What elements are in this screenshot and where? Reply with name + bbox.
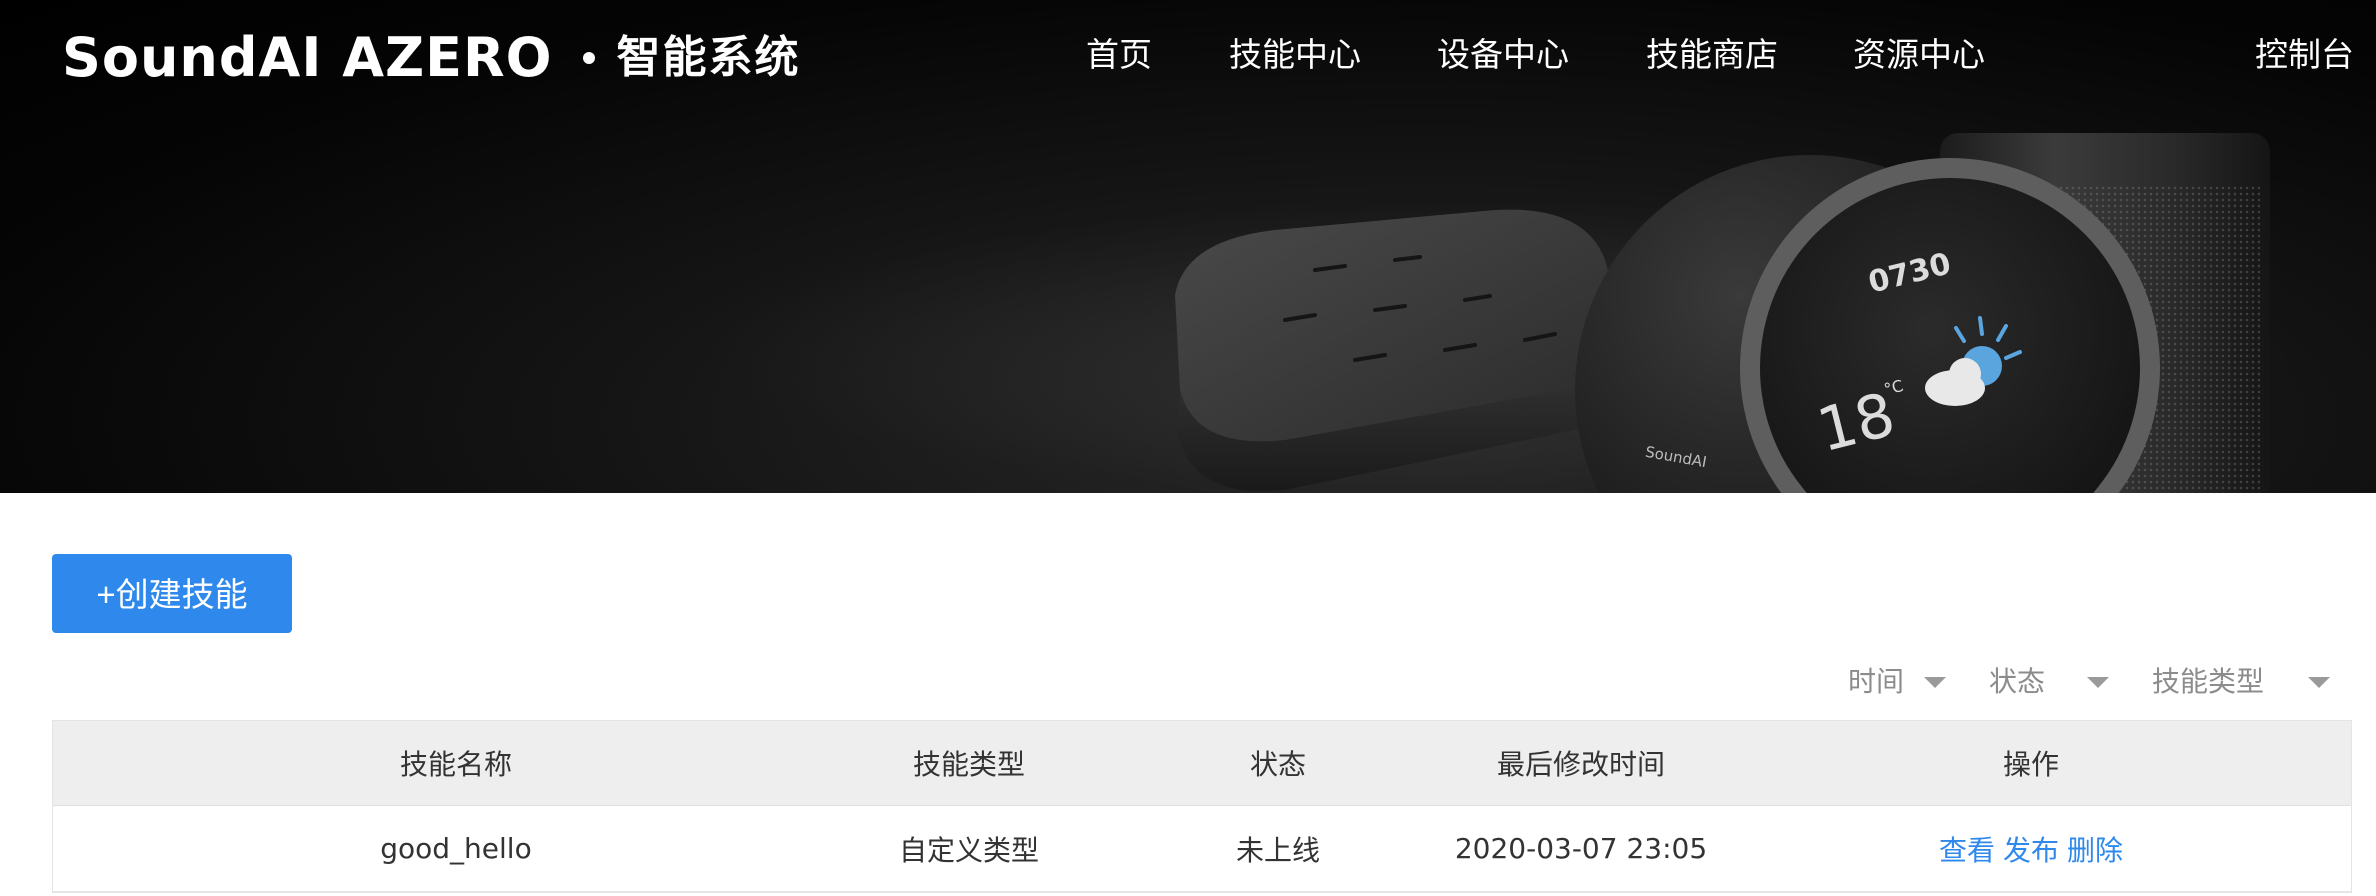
publish-link[interactable]: 发布: [2003, 829, 2059, 869]
create-skill-button[interactable]: +创建技能: [52, 554, 292, 633]
router-device-image: [1175, 209, 1628, 492]
nav-resource-center[interactable]: 资源中心: [1853, 28, 1985, 82]
logo-subtitle: 智能系统: [616, 32, 801, 83]
view-link[interactable]: 查看: [1939, 829, 1995, 869]
screen-clock: 0730: [1865, 246, 1955, 301]
nav-skill-store[interactable]: 技能商店: [1646, 28, 1778, 82]
table-row: good_hello 自定义类型 未上线 2020-03-07 23:05 查看…: [53, 806, 2351, 892]
logo-text: SoundAI AZERO: [62, 26, 553, 89]
chevron-down-icon: [2087, 677, 2109, 688]
hero-banner: 0730 18 °C SoundAI SoundAI AZERO 智能系统 首页…: [0, 0, 2376, 493]
skill-actions: 查看 发布 删除: [1881, 806, 2181, 891]
column-header-actions: 操作: [2002, 748, 2059, 781]
skills-table: 技能名称 技能类型 状态 最后修改时间 操作 good_hello 自定义类型 …: [52, 720, 2352, 893]
screen-temp-unit: °C: [1881, 375, 1906, 400]
filter-skill-type[interactable]: 技能类型: [2152, 656, 2330, 708]
filter-skill-type-label: 技能类型: [2152, 665, 2265, 698]
chevron-down-icon: [2308, 677, 2330, 688]
skill-modified-time: 2020-03-07 23:05: [1454, 832, 1708, 865]
brand-logo[interactable]: SoundAI AZERO 智能系统: [62, 28, 801, 88]
logo-dot: [582, 52, 595, 64]
filter-time-label: 时间: [1848, 665, 1905, 698]
skill-name: good_hello: [380, 832, 532, 865]
skill-type: 自定义类型: [898, 833, 1039, 867]
column-header-name: 技能名称: [399, 748, 512, 781]
column-header-modified: 最后修改时间: [1496, 748, 1665, 781]
filter-status-label: 状态: [1989, 665, 2046, 698]
column-header-type: 技能类型: [912, 748, 1025, 781]
filter-time[interactable]: 时间: [1848, 656, 1946, 708]
weather-icon: [1925, 316, 2022, 406]
nav-device-center[interactable]: 设备中心: [1437, 28, 1569, 82]
nav-console[interactable]: 控制台: [2255, 28, 2354, 82]
nav-home[interactable]: 首页: [1086, 28, 1152, 82]
delete-link[interactable]: 删除: [2067, 829, 2123, 869]
filter-status[interactable]: 状态: [1989, 656, 2109, 708]
nav-skill-center[interactable]: 技能中心: [1229, 28, 1361, 82]
table-header: 技能名称 技能类型 状态 最后修改时间 操作: [53, 721, 2351, 806]
chevron-down-icon: [1924, 677, 1946, 688]
